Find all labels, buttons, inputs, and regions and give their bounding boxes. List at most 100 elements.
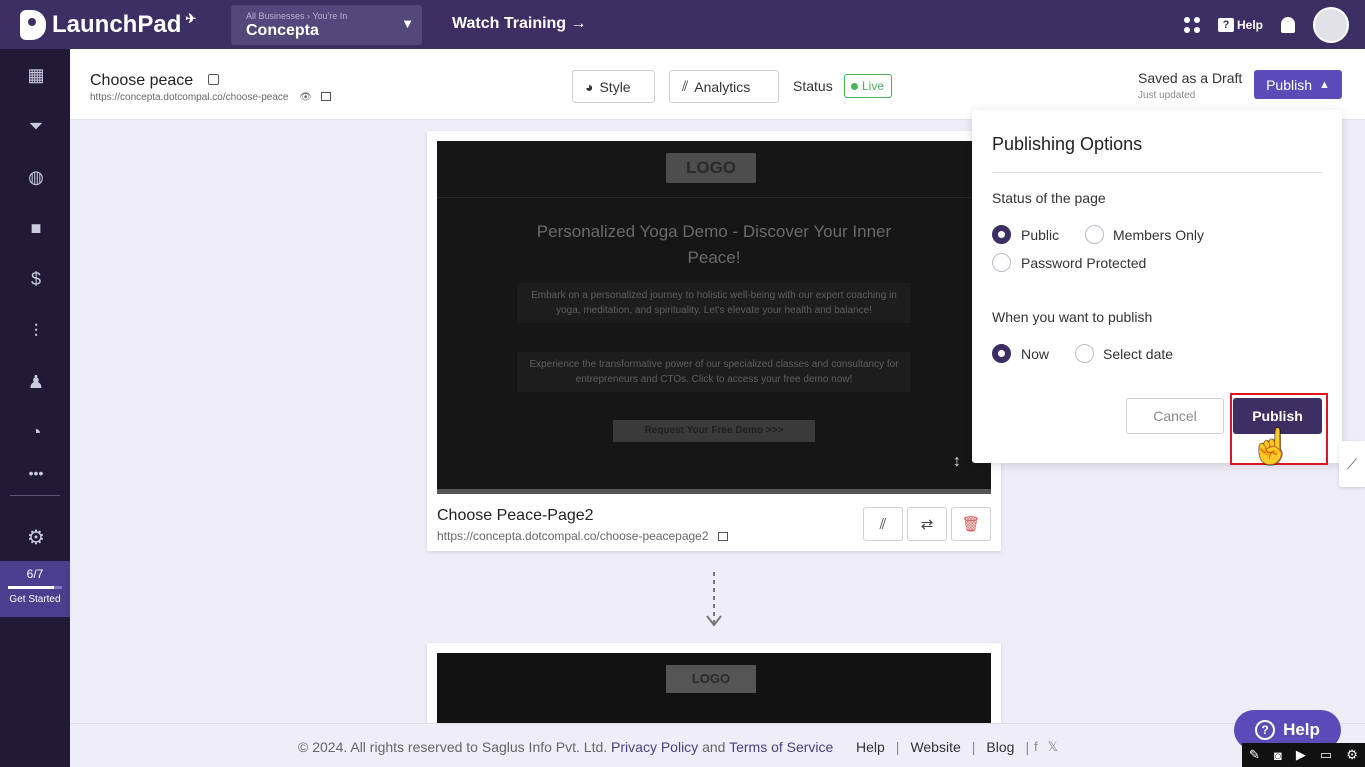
analytics-icon[interactable]: ⫶ bbox=[24, 321, 48, 343]
publishing-options-popover: Publishing Options Status of the page Pu… bbox=[972, 110, 1342, 463]
page-card: LOGO Personalized Yoga Demo - Discover Y… bbox=[427, 131, 1001, 551]
copyright-text: © 2024. All rights reserved to Saglus In… bbox=[298, 739, 608, 755]
footer-website-link[interactable]: Website bbox=[910, 739, 960, 755]
business-name: Concepta bbox=[246, 22, 319, 39]
help-icon: ? bbox=[1217, 18, 1234, 32]
edit-icon[interactable] bbox=[207, 74, 219, 85]
radio-now[interactable] bbox=[992, 344, 1011, 363]
side-panel-toggle[interactable]: ⟋ bbox=[1339, 441, 1365, 487]
footer-blog-link[interactable]: Blog bbox=[986, 739, 1014, 755]
style-label: Style bbox=[599, 78, 631, 95]
top-bar: LaunchPad ✈ All Businesses › You're In C… bbox=[0, 0, 1365, 49]
sidebar: ▦ ⏷ ◍ ■ $ ⫶ ♟ ◔ ••• ⚙ 6/7 Get Started bbox=[0, 49, 70, 767]
page-title: Choose peace bbox=[90, 72, 219, 90]
radio-label[interactable]: Members Only bbox=[1113, 227, 1204, 243]
preview-divider bbox=[437, 197, 991, 198]
apps-grid-icon[interactable] bbox=[1183, 17, 1200, 33]
help-link[interactable]: ? Help bbox=[1217, 18, 1263, 32]
radio-password-protected[interactable] bbox=[992, 253, 1011, 272]
video-icon[interactable]: ■ bbox=[24, 218, 48, 240]
chevron-up-icon: ▲ bbox=[1319, 78, 1330, 91]
app-logo[interactable]: LaunchPad ✈ bbox=[20, 9, 215, 40]
chart-icon: ⫽ bbox=[879, 515, 887, 533]
get-started-count: 6/7 bbox=[26, 567, 44, 581]
live-dot-icon bbox=[851, 82, 858, 90]
preview-logo: LOGO bbox=[666, 665, 756, 693]
gear-icon[interactable]: ⚙ bbox=[24, 525, 48, 549]
saved-sub: Just updated bbox=[1138, 90, 1196, 101]
more-icon[interactable]: ••• bbox=[22, 465, 50, 487]
radio-label[interactable]: Public bbox=[1021, 227, 1059, 243]
question-icon: ? bbox=[1255, 720, 1276, 740]
dollar-icon[interactable]: $ bbox=[24, 269, 48, 291]
facebook-icon[interactable]: f bbox=[1034, 739, 1038, 755]
eye-icon[interactable]: 👁 bbox=[299, 92, 312, 103]
app-name: LaunchPad bbox=[52, 10, 182, 38]
chart-icon: ⫽ bbox=[682, 78, 689, 94]
dashboard-icon[interactable]: ▦ bbox=[24, 65, 48, 87]
radio-members-only[interactable] bbox=[1085, 225, 1104, 244]
business-switcher[interactable]: All Businesses › You're In Concepta ▼ bbox=[231, 5, 422, 45]
cancel-button[interactable]: Cancel bbox=[1126, 398, 1224, 434]
analytics-button[interactable]: ⫽ Analytics bbox=[669, 70, 779, 103]
collapse-icon: ⟋ bbox=[1347, 456, 1357, 472]
page-url: https://concepta.dotcompal.co/choose-pea… bbox=[90, 92, 331, 103]
radio-select-date[interactable] bbox=[1075, 344, 1094, 363]
page-preview[interactable]: LOGO Personalized Yoga Demo - Discover Y… bbox=[437, 141, 991, 494]
publish-dropdown-button[interactable]: Publish ▲ bbox=[1254, 70, 1342, 99]
footer-links: Help | Website | Blog | bbox=[856, 739, 1029, 755]
palette-icon: ◕ bbox=[585, 78, 594, 95]
preview-logo: LOGO bbox=[666, 153, 756, 183]
help-label: Help bbox=[1236, 18, 1263, 32]
radio-public[interactable] bbox=[992, 225, 1011, 244]
card-url: https://concepta.dotcompal.co/choose-pea… bbox=[437, 529, 728, 543]
card-url-text[interactable]: https://concepta.dotcompal.co/choose-pea… bbox=[437, 529, 709, 543]
video-camera-icon[interactable]: ▶ bbox=[1296, 747, 1306, 763]
flow-arrow-icon bbox=[706, 572, 722, 627]
bell-icon[interactable] bbox=[1281, 17, 1295, 33]
avatar[interactable] bbox=[1313, 7, 1349, 43]
terms-link[interactable]: Terms of Service bbox=[729, 739, 833, 755]
pin-icon[interactable]: ✎ bbox=[1249, 747, 1260, 763]
delete-icon-button[interactable]: 🗑 bbox=[951, 507, 991, 541]
globe-icon[interactable]: ◍ bbox=[24, 167, 48, 189]
footer-help-link[interactable]: Help bbox=[856, 739, 885, 755]
popover-divider bbox=[992, 172, 1322, 173]
and-text: and bbox=[702, 739, 726, 755]
status-badge[interactable]: Live bbox=[844, 74, 893, 98]
radio-label[interactable]: Select date bbox=[1103, 346, 1173, 362]
popover-title: Publishing Options bbox=[992, 134, 1143, 154]
card-title: Choose Peace-Page2 bbox=[437, 507, 594, 524]
status-heading: Status of the page bbox=[992, 190, 1106, 206]
window-icon[interactable]: ▭ bbox=[1320, 747, 1332, 763]
trash-icon: 🗑 bbox=[961, 516, 981, 533]
page-url-text[interactable]: https://concepta.dotcompal.co/choose-pea… bbox=[90, 92, 288, 103]
radio-label[interactable]: Now bbox=[1021, 346, 1049, 362]
copy-icon[interactable] bbox=[717, 532, 728, 541]
page-preview[interactable]: LOGO bbox=[437, 653, 991, 733]
copy-icon[interactable] bbox=[320, 92, 331, 101]
privacy-link[interactable]: Privacy Policy bbox=[611, 739, 698, 755]
funnel-icon[interactable]: ⏷ bbox=[24, 116, 48, 138]
business-crumb: All Businesses › You're In bbox=[246, 11, 348, 21]
resize-icon[interactable]: ↕ bbox=[953, 453, 961, 471]
settings-icon[interactable]: ⚙ bbox=[1346, 747, 1358, 763]
radio-label[interactable]: Password Protected bbox=[1021, 255, 1146, 271]
swap-icon: ⇄ bbox=[920, 516, 934, 533]
watch-training-link[interactable]: Watch Training → bbox=[452, 15, 587, 33]
hand-cursor-icon: ☝ bbox=[1250, 428, 1293, 466]
camera-icon[interactable]: ◙ bbox=[1274, 748, 1282, 763]
separator: | bbox=[971, 739, 976, 755]
separator: | bbox=[1025, 739, 1030, 755]
chevron-down-icon: ▼ bbox=[401, 16, 414, 31]
get-started-progress bbox=[8, 586, 62, 589]
replace-icon-button[interactable]: ⇄ bbox=[907, 507, 947, 541]
x-icon[interactable]: 𝕏 bbox=[1048, 739, 1058, 755]
rocket-icon: ✈ bbox=[185, 10, 197, 26]
gauge-icon[interactable]: ◔ bbox=[24, 422, 48, 444]
people-icon[interactable]: ♟ bbox=[24, 372, 48, 394]
style-button[interactable]: ◕ Style bbox=[572, 70, 655, 103]
analytics-icon-button[interactable]: ⫽ bbox=[863, 507, 903, 541]
get-started-widget[interactable]: 6/7 Get Started bbox=[0, 561, 70, 617]
analytics-label: Analytics bbox=[694, 78, 751, 95]
